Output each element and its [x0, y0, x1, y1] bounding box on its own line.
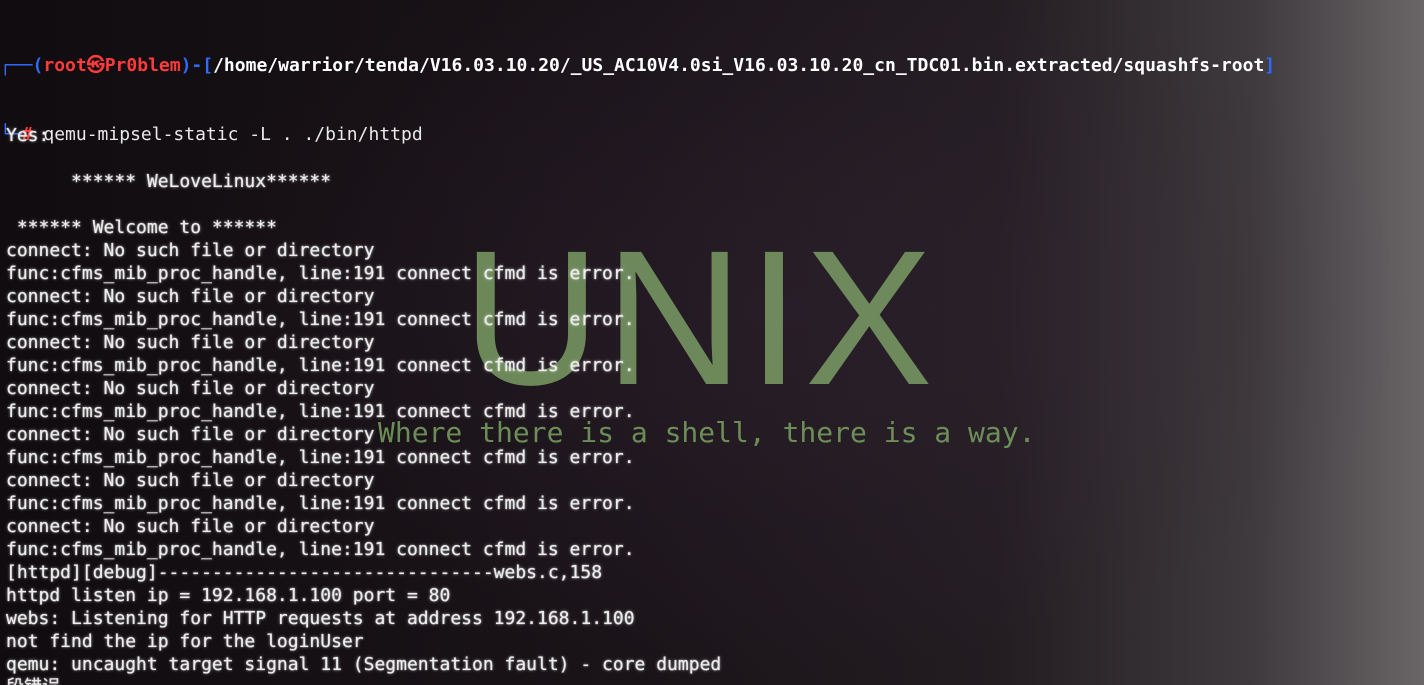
- terminal-output: Yes: ****** WeLoveLinux****** ****** Wel…: [6, 101, 721, 685]
- output-line: func:cfms_mib_proc_handle, line:191 conn…: [6, 539, 635, 560]
- prompt-separator: )-[: [180, 55, 214, 76]
- output-line: connect: No such file or directory: [6, 286, 375, 307]
- output-line: func:cfms_mib_proc_handle, line:191 conn…: [6, 493, 635, 514]
- terminal-window[interactable]: UNIX Where there is a shell, there is a …: [0, 0, 1424, 685]
- output-line: webs: Listening for HTTP requests at add…: [6, 608, 635, 629]
- output-line: not find the ip for the loginUser: [6, 631, 364, 652]
- output-line: Yes:: [6, 125, 50, 146]
- output-line: func:cfms_mib_proc_handle, line:191 conn…: [6, 401, 635, 422]
- output-line: connect: No such file or directory: [6, 240, 375, 261]
- prompt-user-host: root㉿Pr0blem: [43, 55, 181, 76]
- output-line: httpd listen ip = 192.168.1.100 port = 8…: [6, 585, 451, 606]
- output-line: [httpd][debug]--------------------------…: [6, 562, 603, 583]
- output-line: connect: No such file or directory: [6, 424, 375, 445]
- prompt-cwd-path: /home/warrior/tenda/V16.03.10.20/_US_AC1…: [213, 55, 1265, 76]
- output-line: ****** Welcome to ******: [6, 217, 277, 238]
- output-line: connect: No such file or directory: [6, 378, 375, 399]
- prompt-header-line: ┌──(root㉿Pr0blem)-[/home/warrior/tenda/V…: [0, 54, 1424, 77]
- output-line: connect: No such file or directory: [6, 516, 375, 537]
- output-line: func:cfms_mib_proc_handle, line:191 conn…: [6, 309, 635, 330]
- output-line: connect: No such file or directory: [6, 332, 375, 353]
- output-line: connect: No such file or directory: [6, 470, 375, 491]
- output-line: 段错误: [6, 676, 721, 685]
- output-line: ****** WeLoveLinux******: [6, 171, 332, 192]
- prompt-corner-top: ┌──(: [0, 55, 44, 76]
- prompt-path-end: ]: [1264, 55, 1276, 76]
- output-line: func:cfms_mib_proc_handle, line:191 conn…: [6, 263, 635, 284]
- output-line: func:cfms_mib_proc_handle, line:191 conn…: [6, 355, 635, 376]
- output-line: func:cfms_mib_proc_handle, line:191 conn…: [6, 447, 635, 468]
- output-line: qemu: uncaught target signal 11 (Segment…: [6, 654, 722, 675]
